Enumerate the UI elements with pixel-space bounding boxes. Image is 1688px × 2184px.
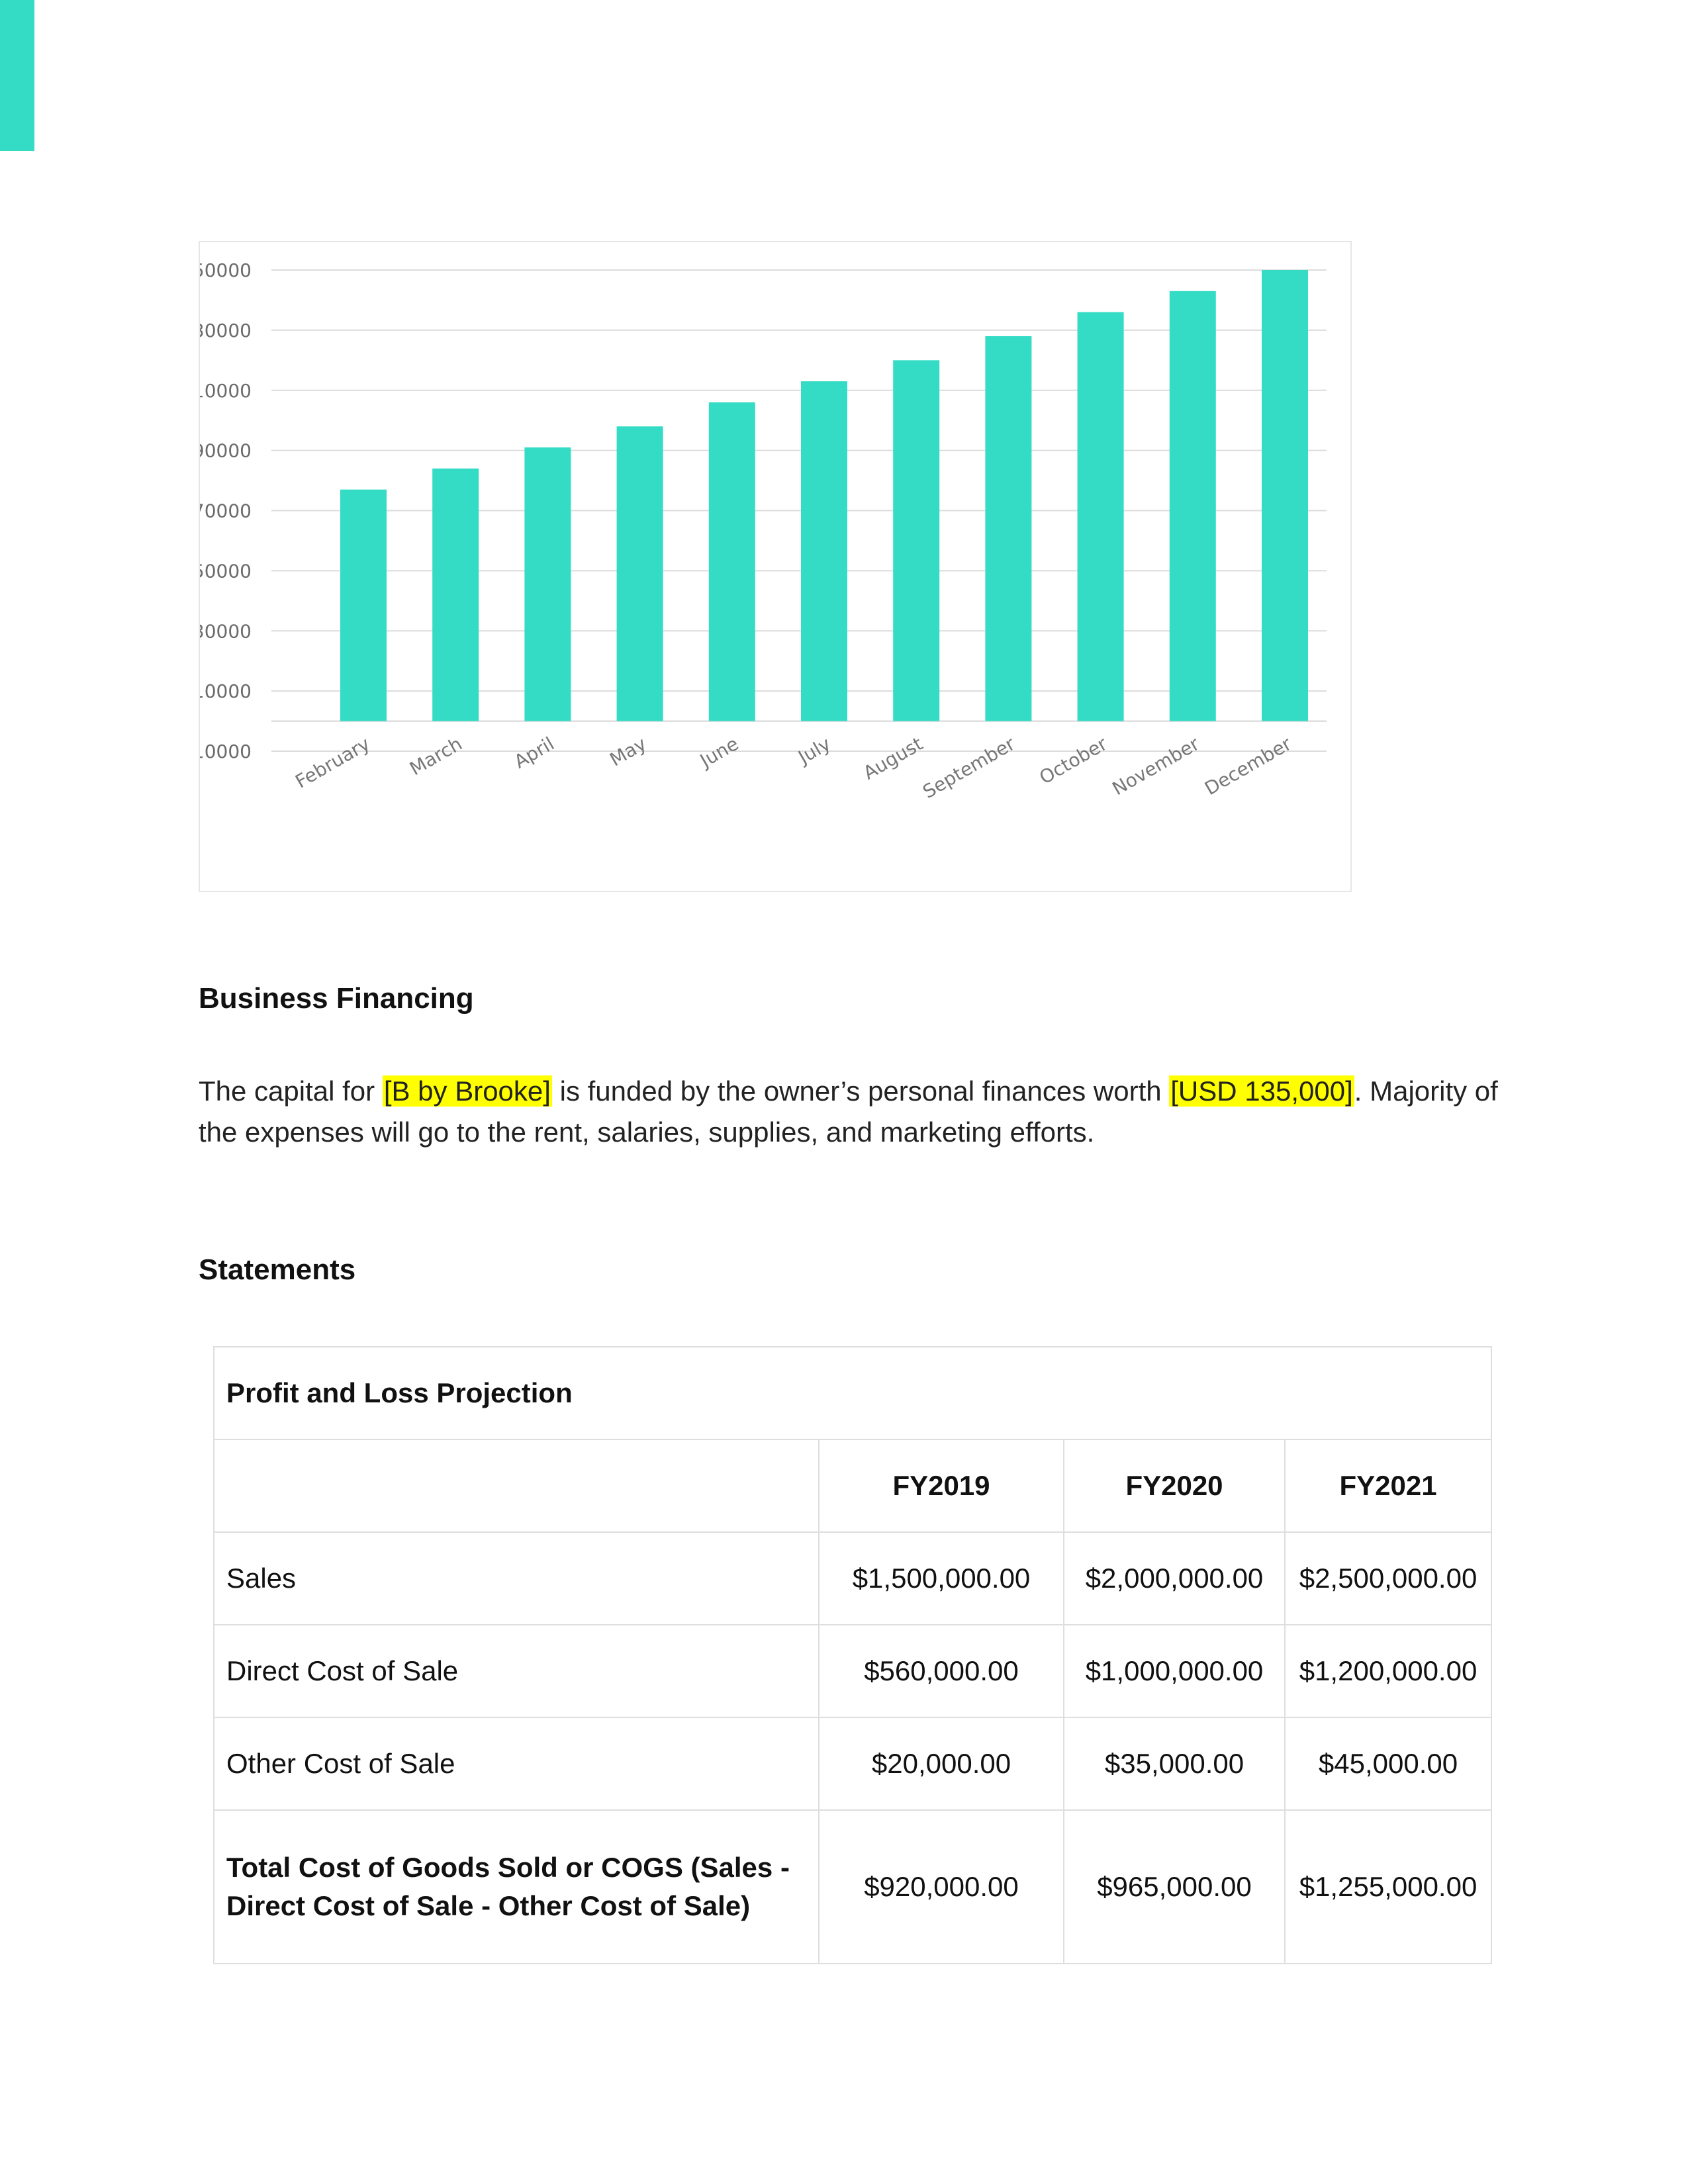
cell-value: $965,000.00 — [1063, 1809, 1286, 1964]
bar-march — [432, 468, 479, 721]
chart-canvas: 150000 130000 110000 90000 70000 50000 30000 10… — [200, 259, 1327, 803]
business-financing-heading: Business Financing — [199, 982, 474, 1015]
bar-february — [340, 489, 387, 721]
x-tick-label: August — [859, 733, 926, 784]
y-tick-label: 90000 — [200, 440, 252, 462]
profit-loss-table: Profit and Loss Projection FY2019 FY2020… — [212, 1346, 1493, 1964]
cell-value: $2,500,000.00 — [1284, 1531, 1493, 1625]
x-tick-label: February — [292, 733, 374, 793]
column-header: FY2020 — [1063, 1439, 1286, 1533]
cell-value: $1,200,000.00 — [1284, 1624, 1493, 1718]
cell-value: $35,000.00 — [1063, 1717, 1286, 1811]
bar-august — [893, 360, 940, 721]
bar-july — [801, 381, 847, 721]
financing-text-1: The capital for — [199, 1075, 383, 1107]
cell-value: $1,500,000.00 — [818, 1531, 1064, 1625]
table-title: Profit and Loss Projection — [212, 1346, 1493, 1440]
business-name-highlight: [B by Brooke] — [382, 1075, 552, 1107]
cell-value: $560,000.00 — [818, 1624, 1064, 1718]
x-tick-label: December — [1201, 733, 1295, 799]
bar-april — [524, 447, 571, 721]
financing-text-2: is funded by the owner’s personal financ… — [551, 1075, 1170, 1107]
statements-heading: Statements — [199, 1253, 356, 1286]
x-tick-label: June — [695, 733, 742, 772]
monthly-bar-chart: 150000 130000 110000 90000 70000 50000 30000 10… — [199, 241, 1352, 892]
table-title-row: Profit and Loss Projection — [212, 1346, 1493, 1440]
row-label-line-2: Direct Cost of Sale - Other Cost of Sale… — [226, 1890, 751, 1921]
row-label-line-1: Total Cost of Goods Sold or COGS (Sales … — [226, 1852, 790, 1883]
cell-value: $1,255,000.00 — [1284, 1809, 1493, 1964]
x-tick-label: November — [1109, 733, 1203, 800]
table-row: Direct Cost of Sale $560,000.00 $1,000,0… — [213, 1624, 1493, 1718]
x-tick-label: September — [919, 733, 1019, 803]
y-tick-label: 30000 — [200, 620, 252, 642]
bar-december — [1262, 270, 1308, 721]
cell-value: $920,000.00 — [818, 1809, 1064, 1964]
y-tick-label: 70000 — [200, 500, 252, 522]
table-row: Other Cost of Sale $20,000.00 $35,000.00… — [213, 1717, 1493, 1811]
x-tick-label: October — [1036, 733, 1111, 789]
bar-june — [708, 402, 755, 721]
capital-amount-highlight: [USD 135,000] — [1169, 1075, 1354, 1107]
bar-november — [1169, 291, 1216, 721]
bar-may — [616, 426, 663, 721]
row-label: Total Cost of Goods Sold or COGS (Sales … — [213, 1809, 820, 1964]
column-header: FY2019 — [818, 1439, 1064, 1533]
x-tick-label: March — [406, 733, 465, 780]
y-tick-label: 10000 — [200, 680, 252, 702]
row-label: Sales — [213, 1531, 820, 1625]
accent-bar — [0, 0, 34, 151]
y-tick-label: -10000 — [200, 741, 252, 762]
financing-paragraph: The capital for [B by Brooke] is funded … — [199, 1071, 1509, 1153]
cell-value: $1,000,000.00 — [1063, 1624, 1286, 1718]
table-row: Sales $1,500,000.00 $2,000,000.00 $2,500… — [213, 1531, 1493, 1625]
y-tick-label: 150000 — [200, 259, 252, 281]
row-label: Direct Cost of Sale — [213, 1624, 820, 1718]
x-tick-label: May — [606, 733, 650, 771]
row-label: Other Cost of Sale — [213, 1717, 820, 1811]
x-tick-label: April — [510, 733, 558, 773]
cell-value: $45,000.00 — [1284, 1717, 1493, 1811]
cell-value: $20,000.00 — [818, 1717, 1064, 1811]
bar-october — [1077, 312, 1124, 721]
table-row: Total Cost of Goods Sold or COGS (Sales … — [213, 1809, 1493, 1964]
x-tick-label: July — [794, 733, 835, 769]
header-empty-cell — [213, 1439, 820, 1533]
y-tick-label: 50000 — [200, 560, 252, 582]
bar-september — [985, 336, 1032, 721]
cell-value: $2,000,000.00 — [1063, 1531, 1286, 1625]
table-header-row: FY2019 FY2020 FY2021 — [213, 1439, 1493, 1533]
y-tick-label: 110000 — [200, 380, 252, 402]
column-header: FY2021 — [1284, 1439, 1493, 1533]
y-tick-label: 130000 — [200, 320, 252, 341]
